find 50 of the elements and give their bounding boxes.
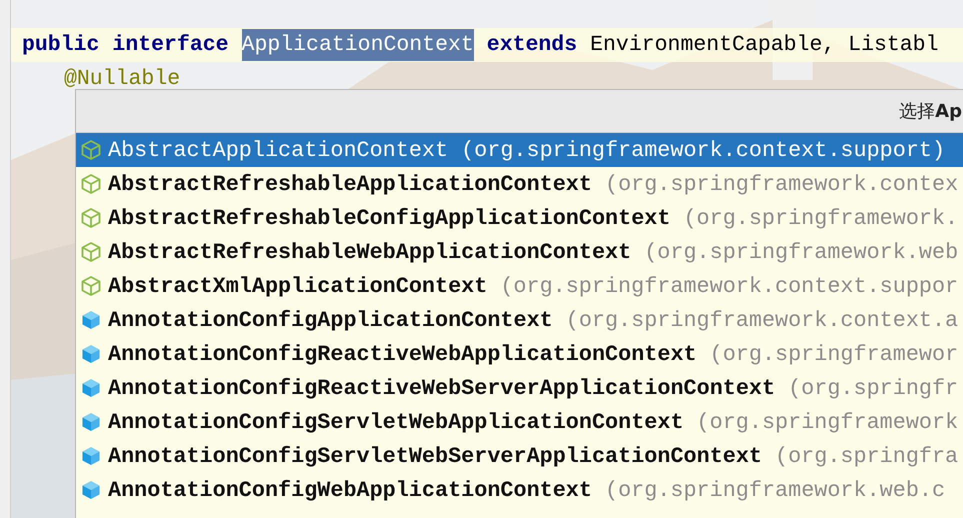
package-name: (org.springframework. [683,206,958,230]
package-name: (org.springframework.context.support) [461,138,946,162]
class-list-item[interactable]: AnnotationConfigReactiveWebServerApplicationContext (org.springfr [76,371,963,405]
class-list-item[interactable]: AnnotationConfigWebApplicationContext (org.springframework.web.c [76,473,963,507]
class-list-item[interactable]: AbstractRefreshableConfigApplicationContext (org.springframework. [76,201,963,235]
cube-icon [80,377,102,399]
class-list-item[interactable]: AbstractRefreshableWebApplicationContext (org.springframework.web [76,235,963,269]
class-name: AnnotationConfigWebApplicationContext [108,478,592,502]
package-name: (org.springframework [696,410,958,434]
cube-outline-icon [80,173,102,195]
class-name: AbstractRefreshableWebApplicationContext [108,240,632,264]
cube-outline-icon [80,241,102,263]
package-name: (org.springframework.web [644,240,958,264]
class-name: AbstractApplicationContext [108,138,448,162]
cube-icon [80,479,102,501]
class-list-item[interactable]: AbstractApplicationContext (org.springframework.context.support) [76,133,963,167]
class-name: AnnotationConfigReactiveWebServerApplicationContext [108,376,776,400]
cube-icon [80,309,102,331]
class-name: AnnotationConfigServletWebApplicationContext [108,410,684,434]
class-list-item[interactable]: AbstractRefreshableApplicationContext (org.springframework.contex [76,167,963,201]
package-name: (org.springframework.contex [604,172,958,196]
cube-outline-icon [80,275,102,297]
package-name: (org.springframewor [710,342,958,366]
cube-outline-icon [80,207,102,229]
class-list-item[interactable]: AnnotationConfigServletWebApplicationContext (org.springframework [76,405,963,439]
code-token: EnvironmentCapable, Listabl [590,33,938,57]
package-name: (org.springframework.web.c [604,478,946,502]
cube-outline-icon [80,139,102,161]
class-name: AnnotationConfigServletWebServerApplicationContext [108,444,762,468]
class-list-item[interactable]: AnnotationConfigServletWebServerApplicationContext (org.springfra [76,439,963,473]
code-token: public [22,33,100,57]
class-name: AbstractRefreshableApplicationContext [108,172,592,196]
code-token: extends [486,33,578,57]
class-name: AbstractRefreshableConfigApplicationContext [108,206,670,230]
class-list-item[interactable]: AnnotationConfigReactiveWebApplicationContext (org.springframewor [76,337,963,371]
package-name: (org.springframework.context.a [566,308,958,332]
class-name: AnnotationConfigReactiveWebApplicationContext [108,342,697,366]
class-list-item[interactable]: AbstractXmlApplicationContext (org.springframework.context.suppor [76,269,963,303]
popup-title: 选择Ap [899,100,962,123]
cube-icon [80,343,102,365]
code-token: @Nullable [64,67,180,91]
code-token: interface [112,33,229,57]
package-name: (org.springframework.context.suppor [500,274,958,298]
class-name: AbstractXmlApplicationContext [108,274,488,298]
package-name: (org.springfra [775,444,958,468]
class-name: AnnotationConfigApplicationContext [108,308,553,332]
cube-icon [80,411,102,433]
package-name: (org.springfr [788,376,958,400]
class-list-item[interactable]: AnnotationConfigApplicationContext (org.springframework.context.a [76,303,963,337]
cube-icon [80,445,102,467]
